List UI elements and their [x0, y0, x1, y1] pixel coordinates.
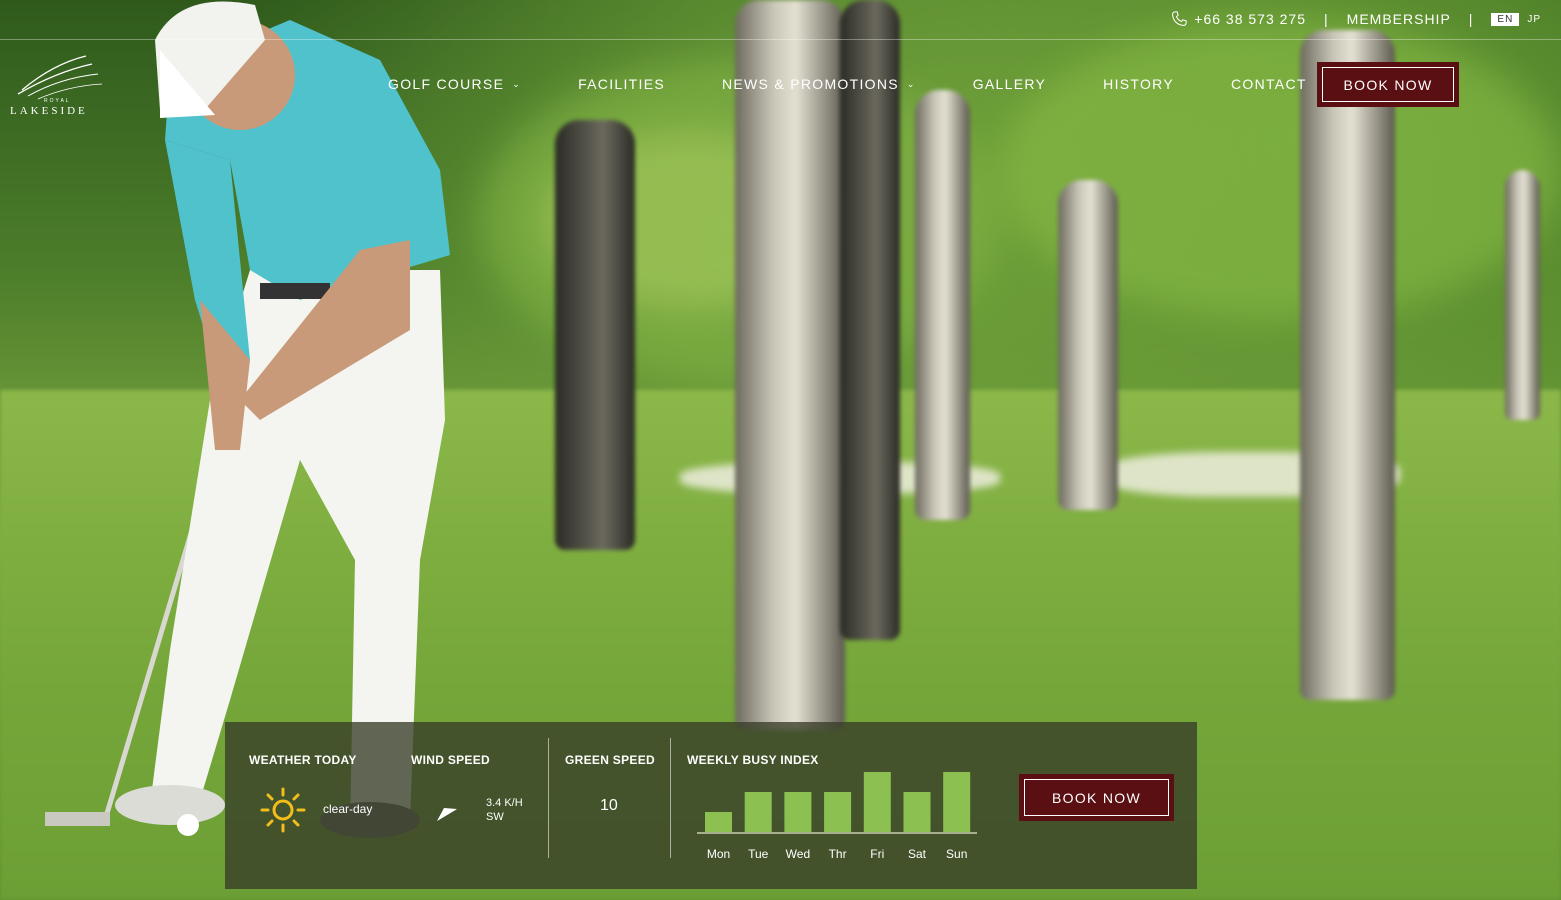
- panel-book-now-button[interactable]: BOOK NOW: [1019, 774, 1174, 821]
- busy-index-chart: Mon Tue Wed Thr Fri Sat Sun: [697, 772, 977, 861]
- divider: [548, 738, 549, 858]
- nav-facilities[interactable]: FACILITIES: [578, 76, 665, 92]
- nav-news-promotions[interactable]: NEWS & PROMOTIONS ⌄: [722, 76, 916, 92]
- weather-label: WEATHER TODAY: [249, 753, 357, 767]
- nav-label: NEWS & PROMOTIONS: [721, 76, 899, 92]
- book-now-label: BOOK NOW: [1322, 67, 1454, 102]
- phone-number: +66 38 573 275: [1194, 11, 1307, 27]
- wind-speed-value: 3.4 K/H SW: [486, 796, 523, 824]
- bar-mon: [705, 812, 732, 832]
- separator: |: [1468, 11, 1474, 27]
- nav-label: GALLERY: [972, 76, 1047, 92]
- tick-label-wed: Wed: [786, 847, 810, 861]
- bar-sat: [903, 792, 931, 832]
- wind-direction: SW: [486, 811, 504, 823]
- wind-speed: 3.4 K/H: [486, 797, 523, 809]
- nav-history[interactable]: HISTORY: [1103, 76, 1174, 92]
- bar-wed: [784, 792, 812, 832]
- green-speed-label: GREEN SPEED: [565, 753, 655, 767]
- nav-contact[interactable]: CONTACT: [1231, 76, 1307, 92]
- bar-sun: [943, 772, 971, 832]
- chevron-down-icon: ⌄: [906, 78, 916, 89]
- nav-label: CONTACT: [1230, 76, 1307, 92]
- tick-label-mon: Mon: [707, 847, 730, 861]
- top-utility-bar: +66 38 573 275 | MEMBERSHIP | EN JP: [0, 0, 1561, 40]
- bar-fri: [863, 772, 891, 832]
- tick-label-sun: Sun: [946, 847, 967, 861]
- course-info-panel: WEATHER TODAY WIND SPEED GREEN SPEED WEE…: [225, 722, 1197, 889]
- weather-condition: clear-day: [323, 802, 373, 816]
- logo-royal-text: ROYAL: [44, 98, 71, 104]
- language-switcher: EN JP: [1491, 12, 1541, 26]
- green-speed-value: 10: [600, 797, 618, 814]
- lang-en[interactable]: EN: [1491, 12, 1520, 26]
- tick-label-sat: Sat: [908, 847, 927, 861]
- book-now-label: BOOK NOW: [1024, 779, 1169, 816]
- tick-label-thr: Thr: [829, 847, 847, 861]
- nav-label: FACILITIES: [578, 76, 665, 92]
- bar-thr: [824, 792, 852, 832]
- tick-label-tue: Tue: [748, 847, 769, 861]
- bar-tue: [744, 792, 772, 832]
- nav-label: GOLF COURSE: [388, 76, 505, 92]
- nav-gallery[interactable]: GALLERY: [973, 76, 1046, 92]
- book-now-button[interactable]: BOOK NOW: [1317, 62, 1459, 107]
- wind-label: WIND SPEED: [411, 753, 491, 767]
- phone-link[interactable]: +66 38 573 275: [1170, 10, 1306, 28]
- logo-swoosh-icon: [17, 55, 103, 100]
- site-logo[interactable]: ROYAL LAKESIDE: [8, 52, 108, 118]
- lang-jp[interactable]: JP: [1527, 14, 1541, 25]
- nav-label: HISTORY: [1103, 76, 1174, 92]
- tick-label-fri: Fri: [870, 847, 884, 861]
- phone-icon: [1172, 11, 1187, 26]
- chevron-down-icon: ⌄: [512, 78, 522, 89]
- divider: [670, 738, 671, 858]
- logo-wordmark: LAKESIDE: [10, 105, 88, 117]
- wind-direction-icon: [437, 808, 457, 821]
- separator: |: [1324, 11, 1329, 27]
- main-navigation: GOLF COURSE ⌄ FACILITIES NEWS & PROMOTIO…: [388, 76, 1307, 92]
- membership-link[interactable]: MEMBERSHIP: [1347, 11, 1451, 27]
- nav-golf-course[interactable]: GOLF COURSE ⌄: [388, 76, 521, 92]
- sun-icon: [260, 787, 306, 833]
